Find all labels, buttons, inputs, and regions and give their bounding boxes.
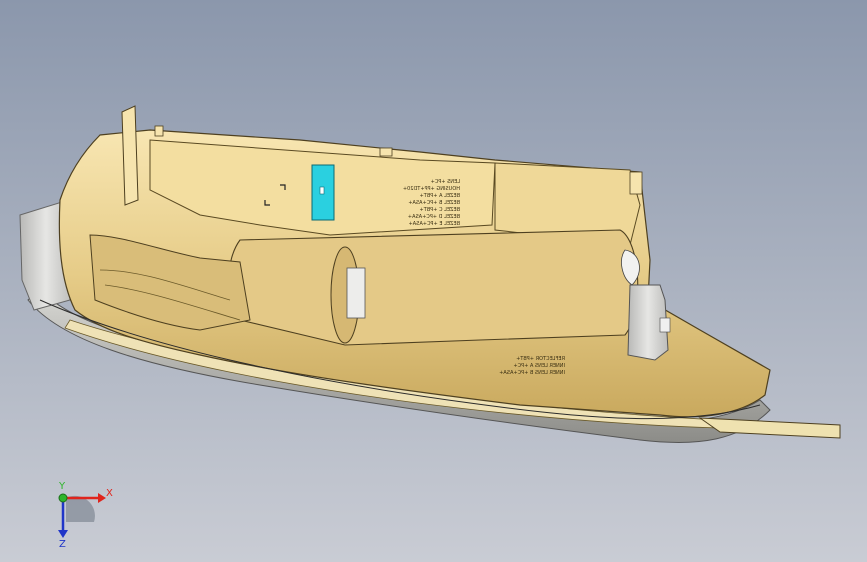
engraved-line-9: INNER LENS A +PC+ xyxy=(513,363,565,369)
engraved-line-1: LENS +PC+ xyxy=(431,179,460,185)
x-axis-label: X xyxy=(106,488,113,499)
engraved-line-8: REFLECTOR +PBT+ xyxy=(516,356,565,362)
socket-core[interactable] xyxy=(346,267,366,319)
mounting-tab-top[interactable] xyxy=(121,105,139,206)
bulb-socket-cylinder[interactable] xyxy=(228,229,639,346)
x-axis-arrow xyxy=(98,493,106,503)
y-axis-dot xyxy=(58,493,68,503)
engraved-line-6: BEZEL D +PC+ASA+ xyxy=(408,214,460,220)
top-clip-2[interactable] xyxy=(379,147,393,157)
cad-3d-viewport[interactable]: LENS +PC+ HOUSING +PP+TD20+ BEZEL A +PBT… xyxy=(0,0,867,562)
cad-model-canvas[interactable]: LENS +PC+ HOUSING +PP+TD20+ BEZEL A +PBT… xyxy=(0,0,867,562)
engraved-line-5: BEZEL C +PBT+ xyxy=(419,207,460,213)
selected-face-marker xyxy=(319,186,325,195)
coordinate-triad[interactable]: X Y Z xyxy=(48,478,118,550)
connector-pin[interactable] xyxy=(659,317,671,333)
z-axis-label: Z xyxy=(59,539,66,548)
engraved-line-2: HOUSING +PP+TD20+ xyxy=(403,186,460,192)
engraved-line-10: INNER LENS B +PC+ASA+ xyxy=(499,370,565,376)
y-axis-label: Y xyxy=(58,481,66,492)
triad-shadow-arc xyxy=(66,495,95,522)
top-clip-1[interactable] xyxy=(154,125,164,137)
engraved-line-4: BEZEL B +PC+ASA+ xyxy=(408,200,460,206)
engraved-line-7: BEZEL E +PC+ASA+ xyxy=(409,221,460,227)
right-clip[interactable] xyxy=(629,171,643,195)
z-axis-arrow xyxy=(58,530,68,538)
engraved-material-text-1: LENS +PC+ HOUSING +PP+TD20+ BEZEL A +PBT… xyxy=(403,179,460,227)
engraved-line-3: BEZEL A +PBT+ xyxy=(420,193,460,199)
